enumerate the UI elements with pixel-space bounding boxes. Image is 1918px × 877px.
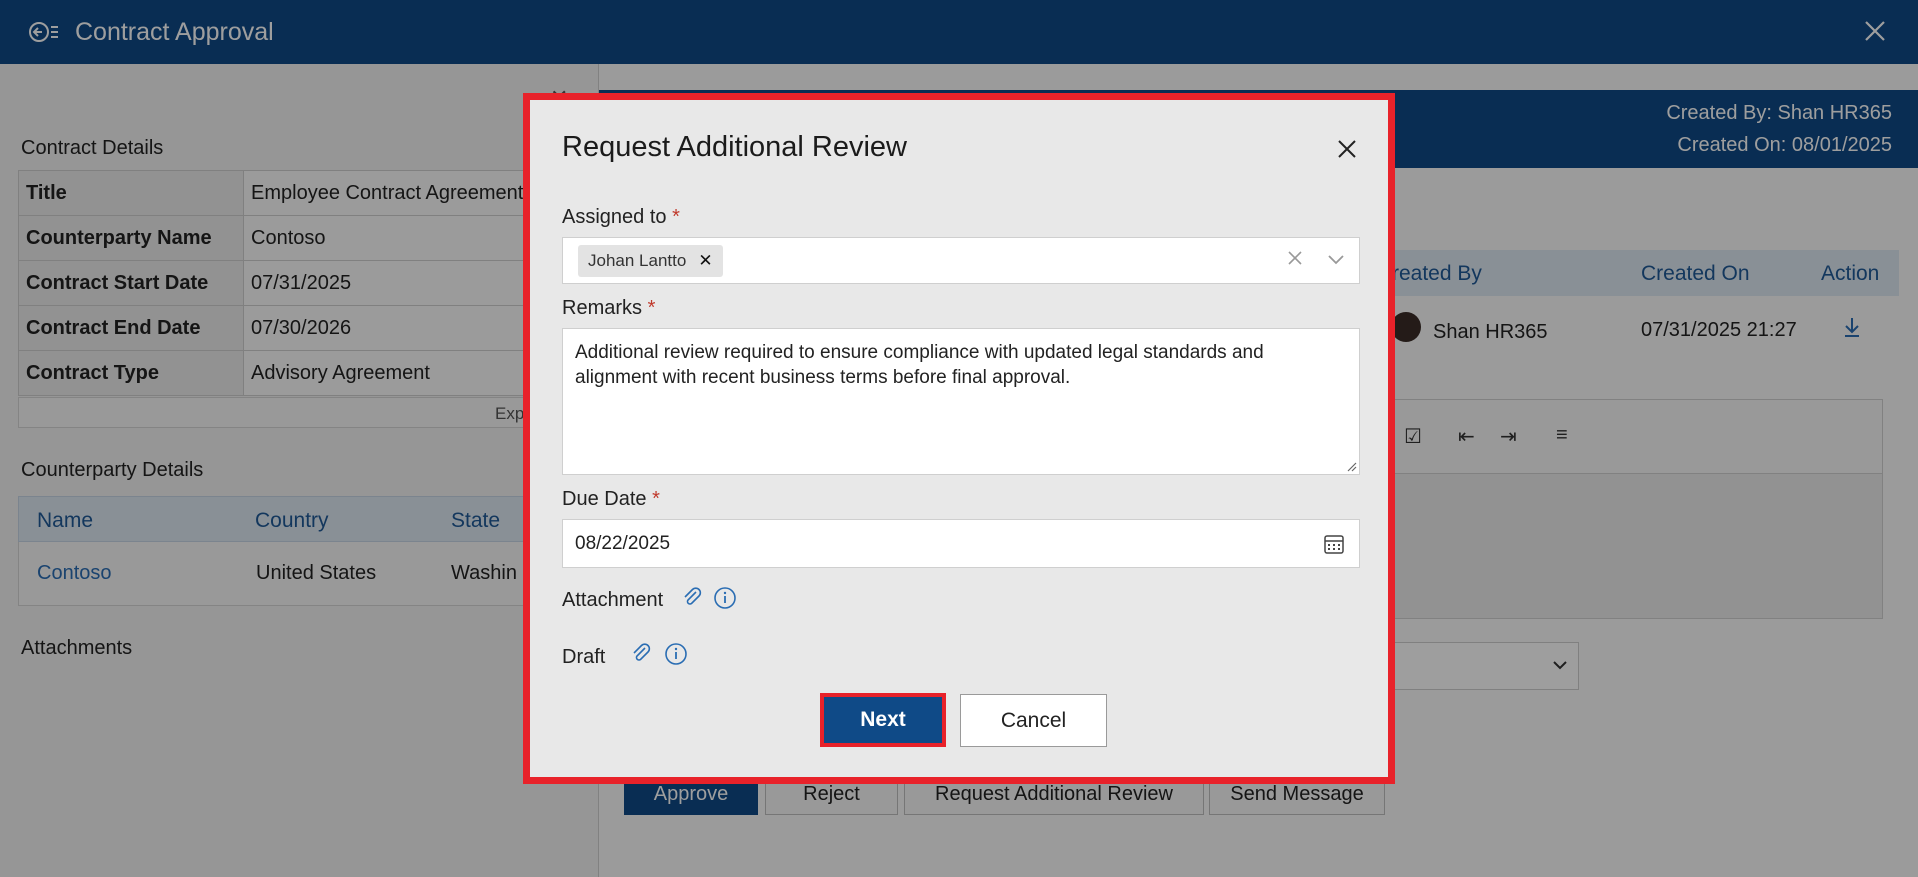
- attachment-label: Attachment: [562, 589, 664, 611]
- remarks-text: Remarks: [562, 297, 643, 319]
- paperclip-icon[interactable]: [682, 587, 702, 609]
- remove-chip-icon[interactable]: ✕: [698, 251, 712, 270]
- info-icon[interactable]: [664, 642, 688, 666]
- required-mark: *: [647, 297, 656, 319]
- due-date-value: 08/22/2025: [575, 533, 671, 554]
- due-date-label: Due Date *: [562, 488, 660, 511]
- required-mark: *: [652, 488, 660, 510]
- assigned-to-label: Assigned to *: [562, 206, 680, 229]
- chevron-down-icon[interactable]: [1327, 252, 1345, 266]
- required-mark: *: [672, 206, 680, 228]
- assigned-to-text: Assigned to: [562, 206, 667, 228]
- calendar-icon[interactable]: [1323, 533, 1345, 555]
- next-button[interactable]: Next: [820, 693, 946, 747]
- dialog-title: Request Additional Review: [562, 131, 907, 163]
- paperclip-icon[interactable]: [631, 643, 651, 665]
- assigned-to-select[interactable]: Johan Lantto ✕: [562, 237, 1360, 284]
- request-review-dialog: Request Additional Review Assigned to * …: [523, 93, 1395, 784]
- due-date-input[interactable]: 08/22/2025: [562, 519, 1360, 568]
- assignee-name: Johan Lantto: [588, 251, 687, 270]
- cancel-button[interactable]: Cancel: [960, 694, 1107, 747]
- info-icon[interactable]: [713, 586, 737, 610]
- remarks-value: Additional review required to ensure com…: [575, 342, 1264, 388]
- assignee-chip: Johan Lantto ✕: [578, 245, 723, 277]
- resize-handle-icon[interactable]: [1345, 460, 1357, 472]
- close-icon[interactable]: [1336, 138, 1358, 160]
- draft-label: Draft: [562, 646, 606, 668]
- remarks-textarea[interactable]: Additional review required to ensure com…: [562, 328, 1360, 475]
- remarks-label: Remarks *: [562, 297, 655, 320]
- due-date-text: Due Date: [562, 488, 647, 510]
- clear-icon[interactable]: [1287, 250, 1303, 266]
